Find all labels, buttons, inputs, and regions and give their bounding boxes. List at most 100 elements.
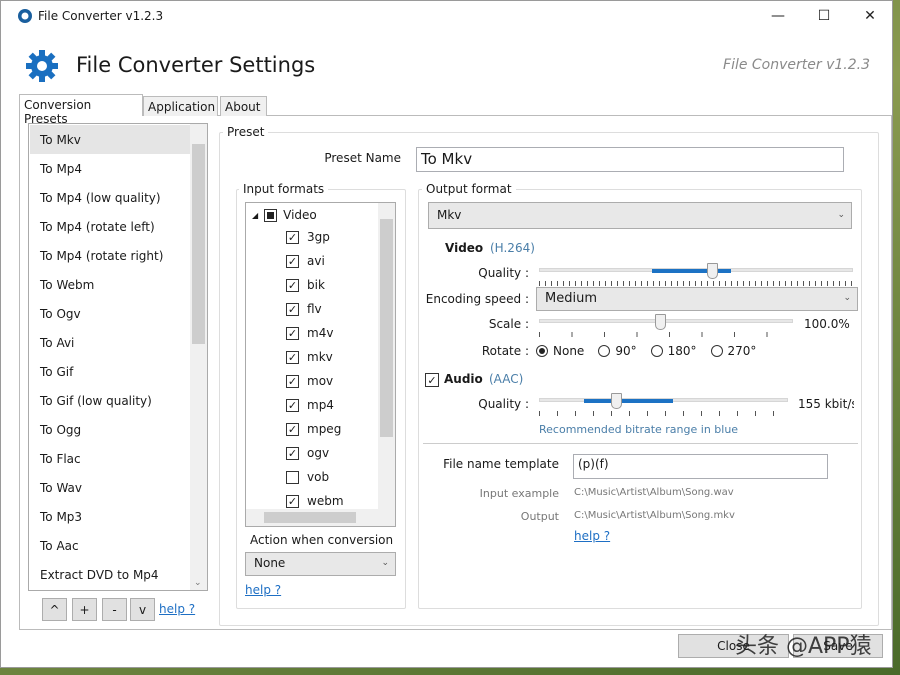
settings-window: File Converter v1.2.3 — ☐ ✕ File Convert… xyxy=(0,0,893,668)
rotate-radio-group: None 90° 180° 270° xyxy=(536,344,770,358)
video-quality-slider[interactable] xyxy=(539,263,853,286)
preset-list-item[interactable]: To Gif (low quality) xyxy=(30,386,190,415)
presets-help-link[interactable]: help ? xyxy=(159,602,195,616)
format-checkbox[interactable]: ✓ xyxy=(286,374,299,388)
partial-checkbox[interactable] xyxy=(264,208,278,222)
preset-list-item[interactable]: To Mp4 (low quality) xyxy=(30,183,190,212)
preset-list[interactable]: To Mkv To Mp4 To Mp4 (low quality) To Mp4 (… xyxy=(28,123,208,591)
preset-list-item[interactable]: To Mp3 xyxy=(30,502,190,531)
format-checkbox[interactable] xyxy=(286,470,299,484)
preset-list-item[interactable]: Extract DVD to Mp4 xyxy=(30,560,190,589)
format-item[interactable]: ✓ ogv xyxy=(286,441,329,465)
format-item[interactable]: ✓ m4v xyxy=(286,321,333,345)
tab-about[interactable]: About xyxy=(220,96,267,116)
radio-icon[interactable] xyxy=(598,345,611,357)
preset-list-item[interactable]: To Mp4 (rotate right) xyxy=(30,241,190,270)
format-checkbox[interactable]: ✓ xyxy=(286,494,299,508)
format-item[interactable]: ✓ mov xyxy=(286,369,333,393)
preset-name-input[interactable]: To Mkv xyxy=(416,147,844,172)
output-help-link[interactable]: help ? xyxy=(574,529,610,543)
action-select[interactable]: None ⌄ xyxy=(245,552,396,576)
format-checkbox[interactable]: ✓ xyxy=(286,254,299,268)
expand-icon[interactable]: ◢ xyxy=(252,211,258,220)
preset-list-item[interactable]: To Mp4 xyxy=(30,154,190,183)
format-item[interactable]: ✓ mp4 xyxy=(286,393,334,417)
format-label: avi xyxy=(307,254,325,268)
template-label: File name template xyxy=(443,457,559,471)
preset-list-item[interactable]: To Gif xyxy=(30,357,190,386)
maximize-button[interactable]: ☐ xyxy=(801,1,847,31)
template-input[interactable]: (p)(f) xyxy=(573,454,828,479)
scale-value: 100.0% xyxy=(804,317,850,331)
input-formats-label: Input formats xyxy=(239,182,329,196)
scroll-down-icon[interactable]: ⌄ xyxy=(194,578,202,588)
rotate-option[interactable]: 90° xyxy=(598,344,637,358)
format-item[interactable]: ✓ avi xyxy=(286,249,325,273)
move-up-button[interactable]: ^ xyxy=(42,598,67,621)
output-format-select[interactable]: Mkv ⌄ xyxy=(428,202,852,229)
format-checkbox[interactable]: ✓ xyxy=(286,230,299,244)
slider-thumb[interactable] xyxy=(611,393,622,409)
rotate-option[interactable]: 270° xyxy=(710,344,756,358)
scrollbar-thumb[interactable] xyxy=(192,144,205,344)
format-checkbox[interactable]: ✓ xyxy=(286,350,299,364)
tree-vscroll-thumb[interactable] xyxy=(380,219,393,437)
format-checkbox[interactable]: ✓ xyxy=(286,446,299,460)
format-item[interactable]: ✓ 3gp xyxy=(286,225,330,249)
slider-thumb[interactable] xyxy=(655,314,666,330)
format-item[interactable]: ✓ flv xyxy=(286,297,322,321)
slider-thumb[interactable] xyxy=(706,263,718,279)
format-checkbox[interactable]: ✓ xyxy=(286,398,299,412)
rotate-option[interactable]: None xyxy=(536,344,584,358)
output-format-label: Output format xyxy=(422,182,516,196)
preset-list-item[interactable]: To Aac xyxy=(30,531,190,560)
preset-list-item[interactable]: To Webm xyxy=(30,270,190,299)
move-down-button[interactable]: v xyxy=(130,598,155,621)
format-checkbox[interactable]: ✓ xyxy=(286,278,299,292)
tab-conversion-presets[interactable]: Conversion Presets xyxy=(19,94,143,126)
format-checkbox[interactable]: ✓ xyxy=(286,302,299,316)
preset-group-label: Preset xyxy=(223,125,269,139)
preset-list-item[interactable]: To Mp4 (rotate left) xyxy=(30,212,190,241)
rotate-option-label: None xyxy=(553,344,585,358)
format-label: vob xyxy=(307,470,330,484)
tree-hscroll-thumb[interactable] xyxy=(264,512,356,523)
radio-icon[interactable] xyxy=(650,345,663,357)
format-item[interactable]: vob xyxy=(286,465,329,489)
remove-preset-button[interactable]: - xyxy=(102,598,127,621)
preset-list-scrollbar[interactable]: ⌄ xyxy=(190,124,207,590)
rotate-option[interactable]: 180° xyxy=(650,344,697,358)
tree-vscrollbar[interactable] xyxy=(378,203,395,509)
tree-hscrollbar[interactable] xyxy=(246,509,395,526)
divider xyxy=(423,443,858,444)
format-item[interactable]: ✓ bik xyxy=(286,273,325,297)
format-item[interactable]: ✓ mpeg xyxy=(286,417,341,441)
preset-list-item[interactable]: To Ogg xyxy=(30,415,190,444)
tab-application[interactable]: Application xyxy=(143,96,218,116)
tree-root-video[interactable]: ◢ Video xyxy=(252,206,317,224)
preset-list-item[interactable]: To Wav xyxy=(30,473,190,502)
input-help-link[interactable]: help ? xyxy=(245,583,281,597)
preset-list-item[interactable]: To Mkv xyxy=(30,125,190,154)
preset-list-item[interactable]: To Avi xyxy=(30,328,190,357)
preset-list-item[interactable]: To Flac xyxy=(30,444,190,473)
scale-label: Scale : xyxy=(488,317,529,331)
format-checkbox[interactable]: ✓ xyxy=(286,422,299,436)
scale-slider[interactable] xyxy=(539,314,793,337)
add-preset-button[interactable]: + xyxy=(72,598,97,621)
radio-icon[interactable] xyxy=(536,345,548,357)
encoding-speed-select[interactable]: Medium ⌄ xyxy=(536,287,858,311)
recommended-note: Recommended bitrate range in blue xyxy=(539,423,739,436)
input-formats-tree[interactable]: ◢ Video ✓ 3gp ✓ avi ✓ bik ✓ flv ✓ m4v ✓ mkv ✓ mov ✓ mp4… xyxy=(245,202,396,527)
chevron-down-icon: ⌄ xyxy=(843,293,851,303)
format-checkbox[interactable]: ✓ xyxy=(286,326,299,340)
audio-quality-slider[interactable] xyxy=(539,393,788,416)
rotate-label: Rotate : xyxy=(481,344,529,358)
radio-icon[interactable] xyxy=(710,345,723,357)
minimize-button[interactable]: — xyxy=(755,1,801,31)
preset-list-item[interactable]: To Ogv xyxy=(30,299,190,328)
audio-checkbox[interactable]: ✓ xyxy=(425,373,439,387)
format-item[interactable]: ✓ mkv xyxy=(286,345,333,369)
close-window-button[interactable]: ✕ xyxy=(847,1,893,31)
app-icon xyxy=(18,9,32,23)
